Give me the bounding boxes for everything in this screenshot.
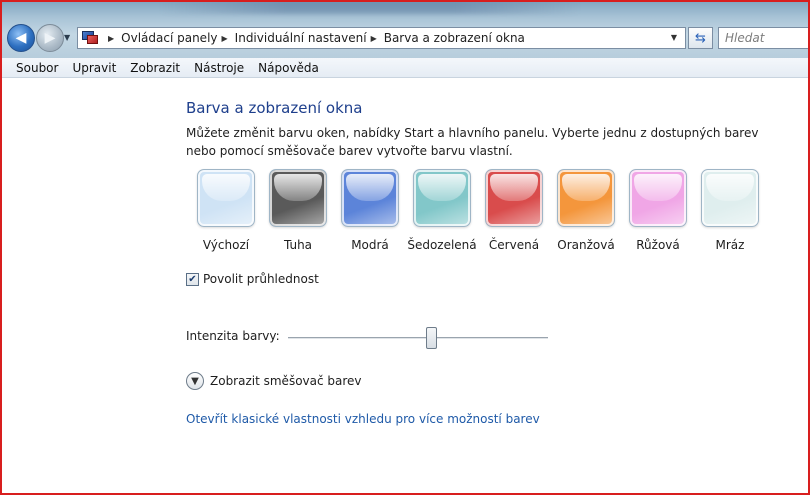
intensity-slider-track[interactable] (288, 337, 548, 340)
intensity-slider-thumb[interactable] (425, 327, 437, 349)
expander-button[interactable]: ▼ (186, 372, 204, 390)
swatch-pink[interactable]: Růžová (622, 169, 694, 252)
swatch-tile[interactable] (197, 169, 255, 227)
page-title: Barva a zobrazení okna (186, 99, 363, 117)
back-arrow-icon: ◀ (15, 30, 27, 46)
swatch-label: Šedozelená (407, 238, 477, 252)
breadcrumb-separator-icon[interactable]: ▶ (222, 34, 228, 43)
menu-file[interactable]: Soubor (9, 61, 65, 75)
page-description: Můžete změnit barvu oken, nabídky Start … (186, 126, 759, 158)
swatch-orange[interactable]: Oranžová (550, 169, 622, 252)
breadcrumb-separator-icon[interactable]: ▶ (108, 34, 114, 43)
swatch-tile[interactable] (269, 169, 327, 227)
intensity-label: Intenzita barvy: (186, 329, 280, 343)
forward-button[interactable]: ▶ (36, 24, 64, 52)
color-mixer-label[interactable]: Zobrazit směšovač barev (210, 374, 362, 388)
search-placeholder: Hledat (725, 31, 765, 45)
breadcrumb-personalization[interactable]: Individuální nastavení (235, 31, 367, 45)
address-bar[interactable]: ▶ Ovládací panely ▶ Individuální nastave… (77, 27, 686, 49)
search-input[interactable]: Hledat (718, 27, 810, 49)
swatch-tile[interactable] (701, 169, 759, 227)
swatch-label: Růžová (636, 238, 680, 252)
swatch-label: Tuha (283, 238, 313, 252)
address-dropdown-icon[interactable]: ▼ (671, 33, 677, 42)
swatch-label: Oranžová (557, 238, 615, 252)
classic-appearance-link[interactable]: Otevřít klasické vlastnosti vzhledu pro … (186, 412, 540, 426)
swatch-tile[interactable] (629, 169, 687, 227)
swatch-graphite[interactable]: Tuha (262, 169, 334, 252)
color-mixer-expander[interactable]: ▼ Zobrazit směšovač barev (186, 372, 362, 390)
breadcrumb-control-panel[interactable]: Ovládací panely (121, 31, 217, 45)
background-blur (160, 0, 580, 14)
swatch-default[interactable]: Výchozí (190, 169, 262, 252)
menu-edit[interactable]: Upravit (65, 61, 123, 75)
swatch-tile[interactable] (485, 169, 543, 227)
swatch-label: Výchozí (202, 238, 250, 252)
forward-arrow-icon: ▶ (44, 30, 56, 46)
control-panel-icon (82, 31, 98, 45)
refresh-button[interactable]: ⇆ (688, 27, 713, 49)
back-button[interactable]: ◀ (7, 24, 35, 52)
swatch-label: Červená (488, 238, 540, 252)
swatch-frost[interactable]: Mráz (694, 169, 766, 252)
swatch-teal[interactable]: Šedozelená (406, 169, 478, 252)
transparency-label[interactable]: Povolit průhlednost (203, 272, 319, 286)
swatch-label: Mráz (715, 238, 745, 252)
swatch-tile[interactable] (413, 169, 471, 227)
refresh-icon: ⇆ (695, 30, 706, 46)
swatch-tile[interactable] (341, 169, 399, 227)
breadcrumb-window-color[interactable]: Barva a zobrazení okna (384, 31, 525, 45)
swatch-blue[interactable]: Modrá (334, 169, 406, 252)
breadcrumb-separator-icon[interactable]: ▶ (371, 34, 377, 43)
recent-pages-dropdown[interactable]: ▼ (64, 33, 70, 42)
chevron-down-icon: ▼ (191, 375, 199, 387)
swatch-tile[interactable] (557, 169, 615, 227)
color-swatches: Výchozí Tuha Modrá Šedozelená Červená Or… (190, 169, 770, 269)
menu-bar: Soubor Upravit Zobrazit Nástroje Nápověd… (0, 58, 810, 78)
swatch-red[interactable]: Červená (478, 169, 550, 252)
swatch-label: Modrá (351, 238, 389, 252)
checkmark-icon: ✔ (188, 273, 197, 285)
menu-help[interactable]: Nápověda (251, 61, 326, 75)
menu-tools[interactable]: Nástroje (187, 61, 251, 75)
transparency-checkbox[interactable]: ✔ (186, 272, 199, 286)
transparency-option[interactable]: ✔ Povolit průhlednost (186, 272, 319, 286)
menu-view[interactable]: Zobrazit (123, 61, 187, 75)
content-pane: Barva a zobrazení okna Můžete změnit bar… (0, 79, 810, 495)
